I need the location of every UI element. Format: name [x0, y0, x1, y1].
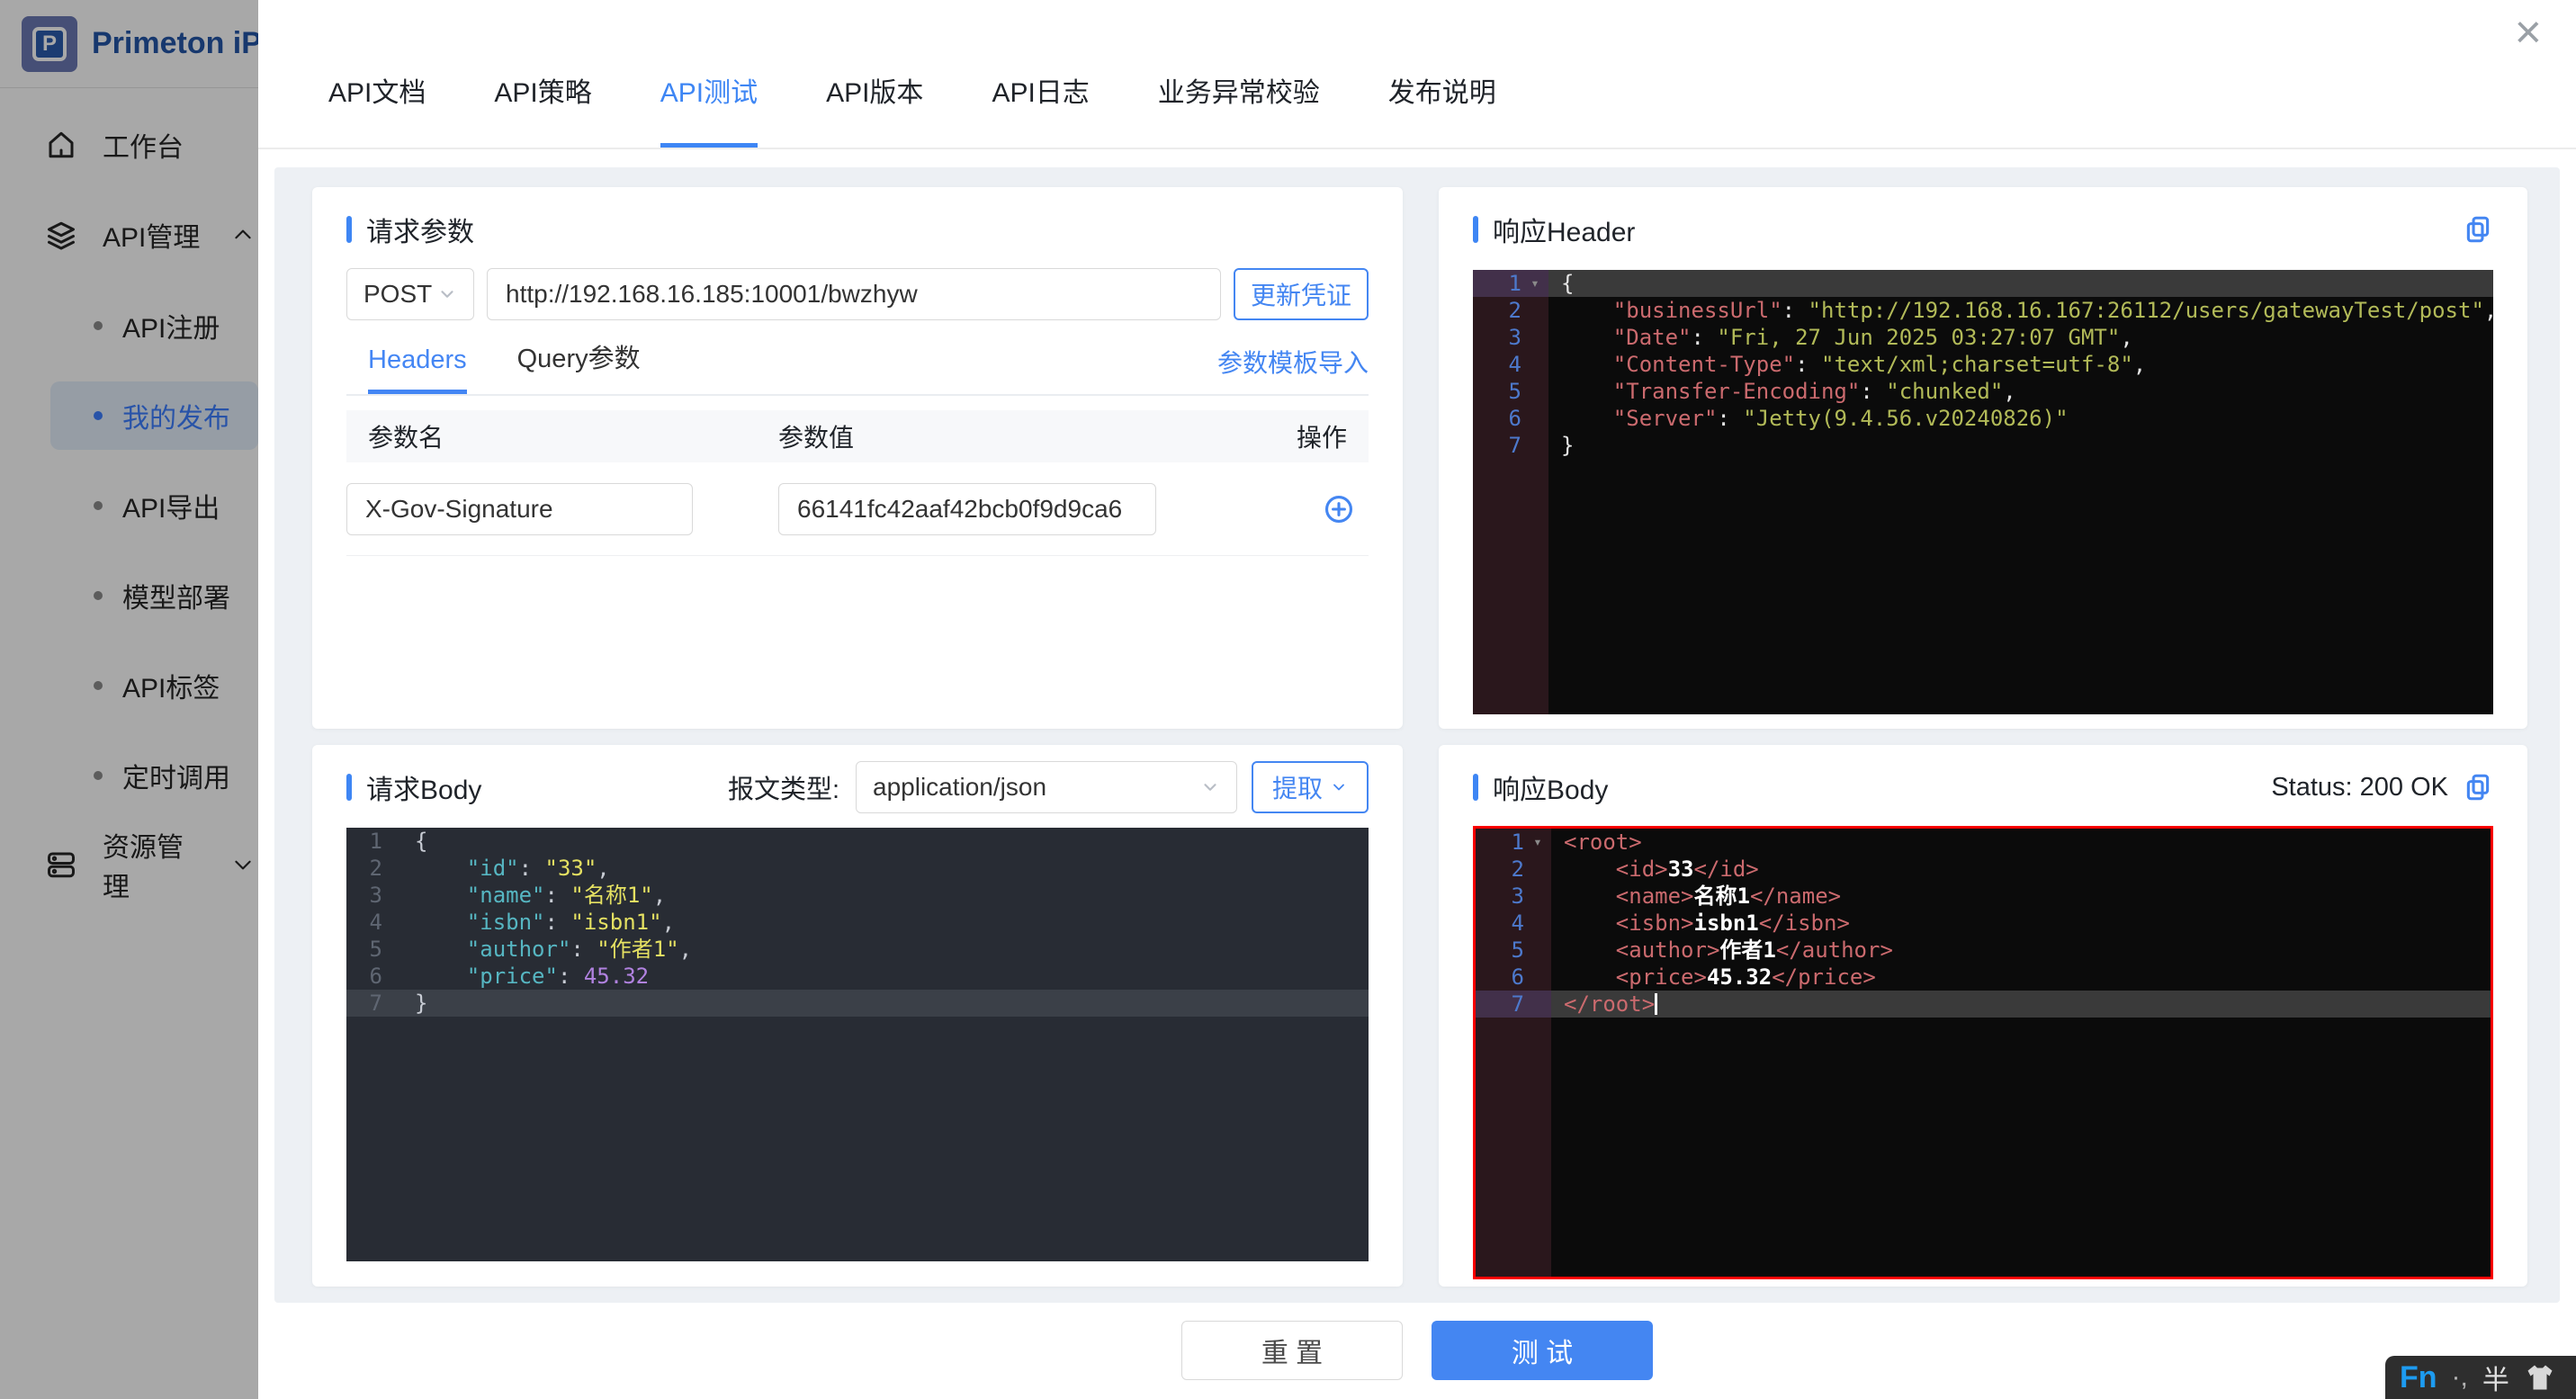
request-params-card: 请求参数 POST 更新凭证 Headers Query参数 参数模板导入 参数…: [312, 187, 1403, 729]
param-name-input[interactable]: [346, 482, 693, 535]
modal-tabs: API文档 API策略 API测试 API版本 API日志 业务异常校验 发布说…: [258, 0, 2576, 149]
response-header-editor[interactable]: 1 ▾{2 "businessUrl": "http://192.168.16.1…: [1473, 270, 2493, 714]
param-table-header: 参数名 参数值 操作: [346, 410, 1369, 462]
code-line: 4 "isbn": "isbn1",: [369, 910, 676, 935]
column-param-value: 参数值: [778, 424, 855, 452]
content-type-label: 报文类型:: [727, 776, 839, 804]
code-line: 5 <author>作者1</author>: [1511, 937, 1893, 963]
app-root: P Primeton iP 工作台 API管理 API注册 我的发布 API导出…: [0, 0, 2576, 1399]
chevron-down-icon: [1204, 784, 1216, 791]
request-body-editor[interactable]: 1 {2 "id": "33", 3 "name": "名称1", 4 "isbn"…: [346, 828, 1369, 1261]
ime-statusbar[interactable]: Fn ·, 半: [2385, 1356, 2576, 1399]
content-type-select[interactable]: application/json: [856, 761, 1237, 813]
copy-icon[interactable]: [2463, 772, 2493, 803]
title-accent-bar: [346, 216, 352, 243]
code-line: 5 "Transfer-Encoding": "chunked",: [1508, 379, 2016, 404]
column-param-name: 参数名: [368, 424, 444, 452]
response-body-editor[interactable]: 1 ▾ <root> 2 <id>33</id> 3 <name>名称1</name> 4…: [1476, 829, 2491, 1277]
chevron-down-icon: [441, 291, 453, 298]
code-line: 1 {: [369, 829, 428, 854]
title-accent-bar: [1473, 216, 1478, 243]
copy-icon[interactable]: [2463, 214, 2493, 245]
extract-label: 提取: [1271, 775, 1323, 803]
tab-api-test[interactable]: API测试: [660, 0, 758, 148]
code-line: 3 <name>名称1</name>: [1511, 883, 1842, 909]
code-line: 3 "Date": "Fri, 27 Jun 2025 03:27:07 GMT…: [1508, 325, 2133, 350]
code-line: 2 <id>33</id>: [1511, 856, 1759, 882]
subtab-query-params[interactable]: Query参数: [517, 337, 641, 394]
param-template-import-link[interactable]: 参数模板导入: [1217, 344, 1369, 394]
column-action: 操作: [1296, 424, 1347, 452]
modal-backdrop[interactable]: [0, 0, 258, 1399]
ime-halfwidth-label: 半: [2482, 1366, 2509, 1395]
chevron-down-icon: [1333, 784, 1344, 791]
extract-button[interactable]: 提取: [1252, 761, 1369, 813]
response-header-title: 响应Header: [1493, 218, 1636, 247]
tab-api-policy[interactable]: API策略: [494, 0, 591, 148]
code-line: 1 ▾{: [1473, 270, 2493, 297]
tab-api-version[interactable]: API版本: [826, 0, 923, 148]
api-test-modal: × API文档 API策略 API测试 API版本 API日志 业务异常校验 发…: [258, 0, 2576, 1399]
code-line: 3 "name": "名称1",: [369, 883, 667, 908]
code-line: 6 "price": 45.32: [369, 964, 650, 989]
close-icon[interactable]: ×: [2515, 9, 2542, 56]
test-button[interactable]: 测 试: [1432, 1321, 1653, 1380]
param-value-input[interactable]: [778, 482, 1156, 535]
add-param-icon[interactable]: [1324, 494, 1354, 525]
update-credential-button[interactable]: 更新凭证: [1234, 268, 1369, 320]
code-line: 2 "businessUrl": "http://192.168.16.167:…: [1508, 298, 2493, 323]
reset-button[interactable]: 重 置: [1181, 1321, 1403, 1380]
tab-business-exception-check[interactable]: 业务异常校验: [1158, 0, 1320, 148]
request-params-title: 请求参数: [366, 218, 474, 247]
title-accent-bar: [346, 774, 352, 801]
tab-api-log[interactable]: API日志: [992, 0, 1089, 148]
param-table-row: [346, 462, 1369, 556]
content-type-value: application/json: [873, 773, 1047, 801]
code-line: 4 "Content-Type": "text/xml;charset=utf-…: [1508, 352, 2147, 377]
response-body-highlight-border: 1 ▾ <root> 2 <id>33</id> 3 <name>名称1</name> 4…: [1473, 826, 2493, 1279]
code-line: 5 "author": "作者1",: [369, 937, 693, 962]
response-header-card: 响应Header 1 ▾{2 "businessUrl": "http://192…: [1439, 187, 2527, 729]
response-body-card: 响应Body Status: 200 OK 1 ▾ <root> 2 <id>33</…: [1439, 745, 2527, 1287]
response-body-title: 响应Body: [1493, 776, 1609, 805]
url-input[interactable]: [487, 268, 1221, 320]
code-line: 2 "id": "33",: [369, 856, 610, 881]
status-badge: Status: 200 OK: [2271, 772, 2448, 802]
code-line: 7 </root>: [1476, 991, 2491, 1018]
code-line: 6 "Server": "Jetty(9.4.56.v20240826)": [1508, 406, 2069, 431]
subtab-headers[interactable]: Headers: [368, 345, 467, 394]
shirt-icon: [2527, 1365, 2553, 1390]
method-select[interactable]: POST: [346, 268, 474, 320]
ime-fn-label: Fn: [2400, 1359, 2437, 1395]
tab-release-notes[interactable]: 发布说明: [1388, 0, 1496, 148]
title-accent-bar: [1473, 774, 1478, 801]
ime-punct-label: ·,: [2451, 1362, 2468, 1392]
tab-api-doc[interactable]: API文档: [328, 0, 426, 148]
code-line: 4 <isbn>isbn1</isbn>: [1511, 910, 1850, 936]
request-body-title: 请求Body: [366, 776, 482, 805]
code-line: 6 <price>45.32</price>: [1511, 964, 1876, 990]
code-line: 7 }: [346, 990, 1369, 1017]
modal-footer: 重 置 测 试: [258, 1321, 2576, 1380]
param-subtabs: Headers Query参数 参数模板导入: [346, 344, 1369, 396]
request-body-card: 请求Body 报文类型: application/json 提取 1 {2 "i…: [312, 745, 1403, 1287]
code-line: 7 }: [1508, 433, 1575, 458]
method-select-value: POST: [364, 280, 433, 308]
code-line: 1 ▾ <root>: [1511, 830, 1642, 855]
